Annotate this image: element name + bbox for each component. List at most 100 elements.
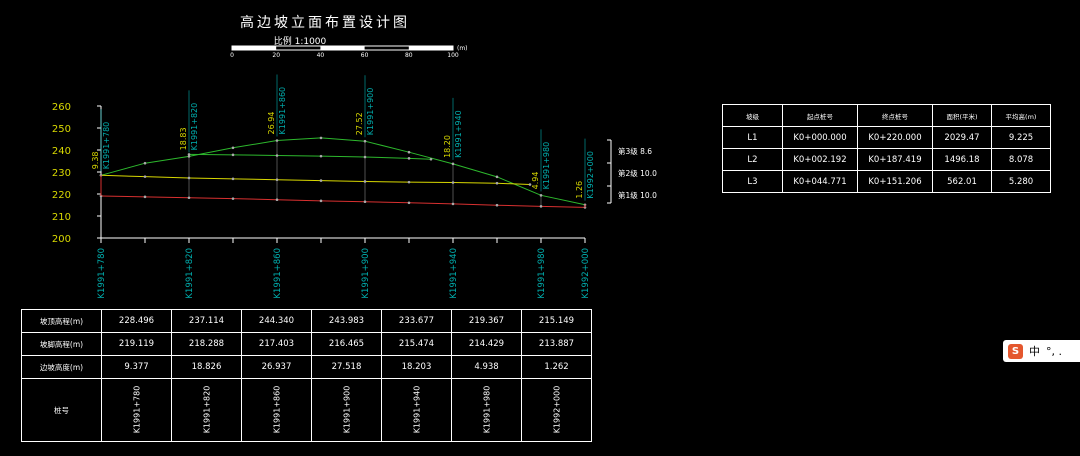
ime-toolbar[interactable]: S 中 °, .: [1003, 340, 1080, 362]
stake-cell-label: K1991+780: [131, 385, 141, 434]
table-cell: 243.983: [311, 309, 382, 333]
y-tick-label: 260: [52, 102, 71, 113]
table-cell: K1991+940: [381, 378, 452, 442]
y-tick-label: 230: [52, 168, 71, 179]
series-point: [319, 199, 323, 203]
series-point: [407, 157, 411, 160]
series-point: [451, 181, 455, 184]
series-point: [319, 154, 323, 158]
series-point: [429, 157, 433, 161]
table-cell: K0+187.419: [857, 148, 933, 171]
series-point: [143, 161, 147, 165]
level-label: 第2级 10.0: [618, 168, 657, 178]
series-line: [100, 174, 531, 186]
series-line: [188, 153, 432, 160]
table-cell: 562.01: [932, 170, 992, 193]
table-cell: L3: [722, 170, 783, 193]
x-stake-label: K1991+780: [97, 248, 107, 299]
scale-tick-label: 100: [447, 52, 459, 59]
stake-cell-label: K1991+940: [411, 385, 421, 434]
series-point: [319, 179, 323, 182]
table-cell: 237.114: [171, 309, 242, 333]
series-point: [187, 196, 191, 200]
row-header: 坡脚高程(m): [21, 332, 102, 356]
series-point: [539, 194, 543, 197]
height-label: 18.83: [179, 127, 188, 150]
table-row: 坡脚高程(m) 219.119 218.288 217.403 216.465 …: [21, 332, 592, 356]
ime-mode-toggle[interactable]: 中: [1029, 343, 1040, 359]
table-cell: 26.937: [241, 355, 312, 379]
row-header: 坡顶高程(m): [21, 309, 102, 333]
series-point: [275, 198, 279, 202]
series-point: [275, 139, 279, 142]
level-label: 第3级 8.6: [618, 146, 652, 156]
series-point: [539, 205, 543, 208]
table-cell: K0+002.192: [782, 148, 858, 171]
level-label: 第1级 10.0: [618, 190, 657, 200]
series-point: [231, 146, 235, 150]
series-point: [231, 197, 235, 200]
height-label: 26.94: [267, 112, 276, 135]
height-label: 27.52: [355, 112, 364, 135]
table-row: 边坡高度(m) 9.377 18.826 26.937 27.518 18.20…: [21, 355, 592, 379]
sogou-logo-icon[interactable]: S: [1008, 343, 1023, 359]
stake-label: K1991+820: [190, 103, 199, 151]
series-point: [363, 180, 367, 183]
x-stake-label: K1992+000: [581, 248, 591, 299]
column-header: 平均高(m): [991, 104, 1051, 127]
table-cell: L1: [722, 126, 783, 149]
stake-cell-label: K1991+820: [201, 385, 211, 434]
series-point: [363, 155, 367, 159]
table-cell: K0+220.000: [857, 126, 933, 149]
column-header: 坡级: [722, 104, 783, 127]
slope-summary-table: 坡级 起点桩号 终点桩号 面积(平米) 平均高(m) L1 K0+000.000…: [722, 104, 1051, 193]
series-point: [407, 150, 411, 154]
series-point: [231, 177, 235, 181]
table-cell: 215.474: [381, 332, 452, 356]
stake-label: K1991+940: [454, 110, 463, 158]
table-cell: 215.149: [521, 309, 592, 333]
y-tick-label: 200: [52, 234, 71, 245]
table-cell: 4.938: [451, 355, 522, 379]
series-point: [407, 180, 411, 184]
table-row: L2 K0+002.192 K0+187.419 1496.18 8.078: [722, 148, 1051, 171]
stake-label: K1991+900: [366, 88, 375, 136]
series-point: [319, 136, 323, 140]
x-stake-label: K1991+980: [537, 248, 547, 299]
stake-label: K1992+000: [586, 151, 595, 199]
stake-label: K1991+780: [102, 122, 111, 170]
series-point: [231, 153, 235, 157]
table-cell: 219.367: [451, 309, 522, 333]
series-point: [187, 176, 191, 180]
y-tick-label: 210: [52, 212, 71, 223]
table-row: 桩号 K1991+780 K1991+820 K1991+860 K1991+9…: [21, 378, 592, 442]
x-stake-label: K1991+860: [273, 248, 283, 299]
ime-punctuation-toggle[interactable]: °, .: [1046, 345, 1062, 358]
scale-tick-label: 60: [361, 52, 369, 59]
stake-label: K1991+860: [278, 87, 287, 135]
series-point: [275, 178, 279, 181]
series-point: [363, 200, 367, 203]
table-cell: 219.119: [101, 332, 172, 356]
table-cell: K0+151.206: [857, 170, 933, 193]
series-point: [363, 139, 367, 143]
table-cell: 216.465: [311, 332, 382, 356]
height-label: 18.20: [443, 135, 452, 158]
series-point: [187, 153, 191, 156]
scale-label: 比例 1:1000: [273, 37, 327, 47]
table-cell: 8.078: [991, 148, 1051, 171]
table-cell: 244.340: [241, 309, 312, 333]
height-label: 1.26: [575, 181, 584, 199]
stake-cell-label: K1991+860: [271, 385, 281, 434]
table-cell: K1992+000: [521, 378, 592, 442]
stake-cell-label: K1992+000: [551, 385, 561, 434]
x-stake-label: K1991+940: [449, 248, 459, 299]
scale-tick-label: 40: [317, 52, 325, 59]
table-row: L1 K0+000.000 K0+220.000 2029.47 9.225: [722, 126, 1051, 149]
series-point: [495, 175, 499, 179]
table-cell: K1991+900: [311, 378, 382, 442]
scale-tick-label: 0: [230, 52, 234, 59]
table-header-row: 坡级 起点桩号 终点桩号 面积(平米) 平均高(m): [722, 104, 1051, 127]
table-cell: 2029.47: [932, 126, 992, 149]
y-tick-label: 240: [52, 146, 71, 157]
